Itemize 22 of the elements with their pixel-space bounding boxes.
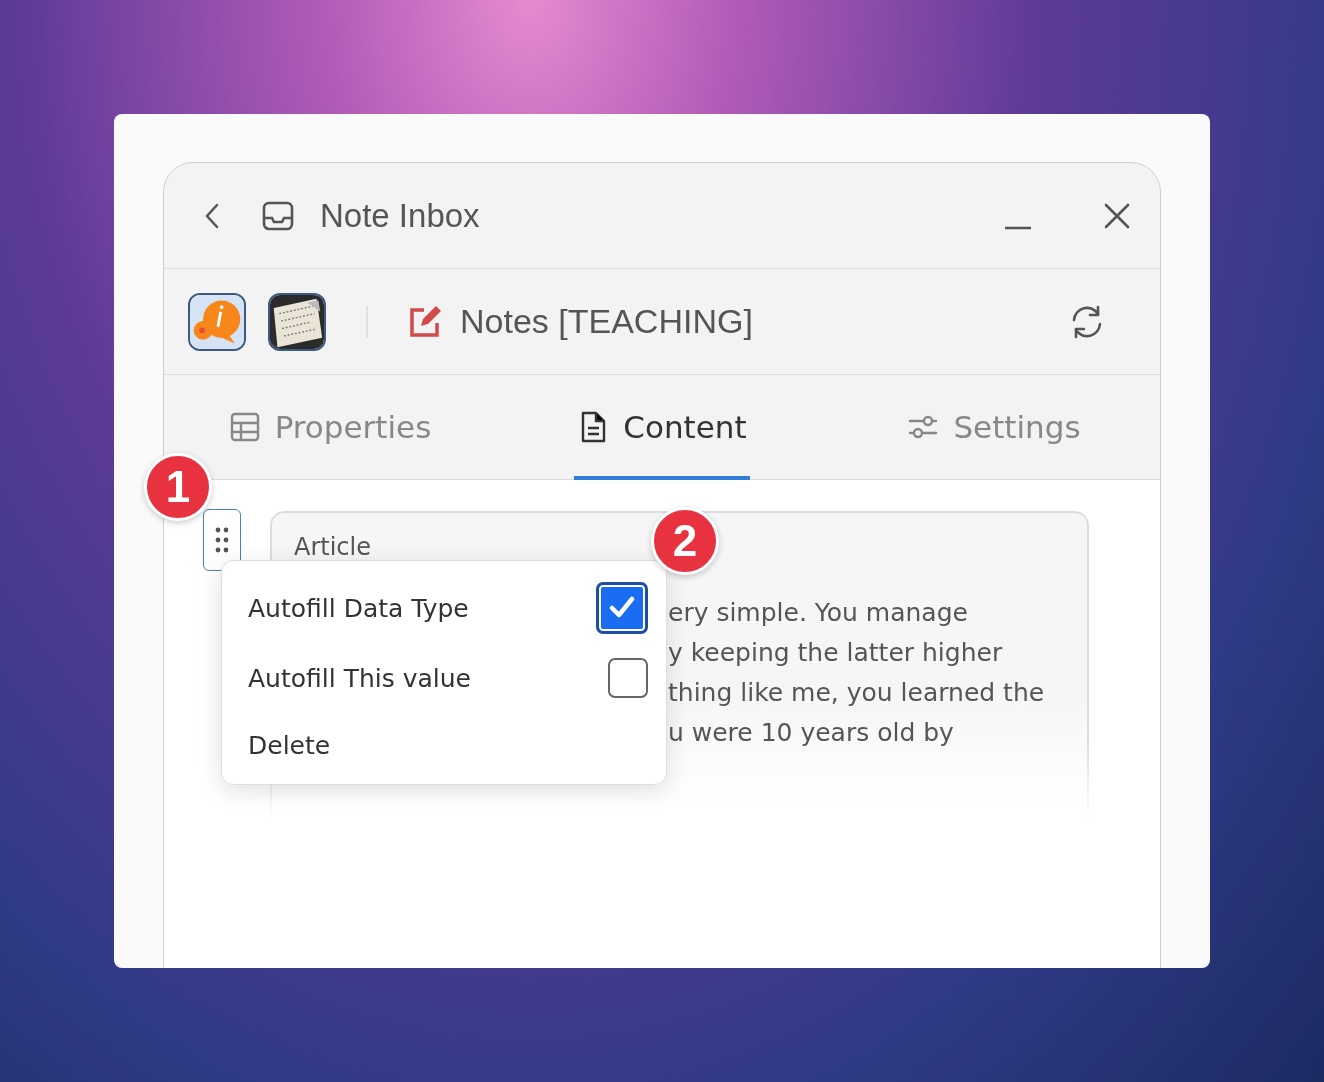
refresh-icon[interactable] — [1070, 304, 1104, 339]
article-text-line: u were 10 years old by — [668, 717, 955, 749]
article-text-line: thing like me, you learned the — [668, 677, 1045, 709]
menu-item[interactable]: Autofill This value — [248, 643, 648, 713]
back-icon[interactable] — [204, 201, 220, 230]
window-title: Note Inbox — [320, 196, 481, 235]
menu-item[interactable]: Autofill Data Type — [248, 573, 648, 643]
inbox-icon — [262, 199, 294, 232]
table-icon — [228, 411, 261, 443]
close-icon[interactable] — [1104, 202, 1130, 229]
checkbox[interactable] — [596, 582, 648, 634]
tab[interactable]: Content — [496, 375, 828, 479]
checkbox[interactable] — [608, 658, 648, 698]
article-text-line: y keeping the latter higher — [668, 637, 1004, 669]
menu-item[interactable]: Delete — [248, 713, 648, 777]
drag-handle[interactable] — [203, 509, 241, 571]
article-title: Article — [294, 533, 371, 561]
step-number-badge: 1 — [144, 453, 212, 521]
chat-bubbles-icon[interactable] — [188, 292, 246, 351]
note-title: Notes [TEACHING] — [460, 302, 754, 341]
article-text-line: ery simple. You manage — [668, 597, 969, 629]
edit-icon[interactable] — [408, 304, 442, 339]
